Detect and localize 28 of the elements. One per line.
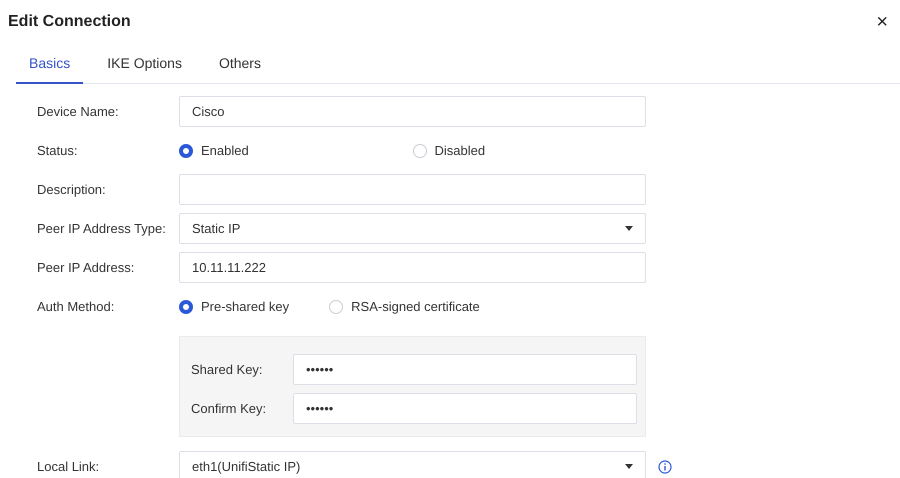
select-field[interactable]: eth1(UnifiStatic IP): [179, 451, 646, 478]
radio-option[interactable]: Disabled: [412, 140, 646, 160]
field-label: Description:: [37, 180, 107, 199]
tab[interactable]: Others: [206, 44, 274, 84]
caret-icon: [625, 464, 633, 469]
password-field[interactable]: ••••••: [293, 393, 637, 424]
tab[interactable]: IKE Options: [94, 44, 195, 84]
field-label: Peer IP Address Type:: [37, 220, 167, 238]
radio-option[interactable]: Pre-shared key: [179, 296, 290, 316]
select-field[interactable]: Static IP: [179, 213, 646, 244]
radio-option[interactable]: Enabled: [179, 140, 412, 160]
info-icon[interactable]: [658, 460, 672, 474]
field-label: Local Link:: [37, 458, 100, 476]
field-label: Status:: [37, 142, 78, 160]
caret-icon: [625, 226, 633, 231]
field-label: Auth Method:: [37, 298, 116, 316]
field-label: Peer IP Address:: [37, 258, 136, 277]
field-label: Confirm Key:: [191, 400, 268, 418]
input-field[interactable]: 10.11.11.222: [179, 252, 646, 283]
tab[interactable]: Basics: [16, 44, 84, 84]
field-label: Shared Key:: [191, 360, 264, 379]
close-button[interactable]: ×: [872, 12, 892, 32]
password-field[interactable]: ••••••: [293, 354, 637, 385]
radio-option[interactable]: RSA-signed certificate: [329, 296, 480, 316]
input-field[interactable]: [179, 174, 646, 205]
field-label: Device Name:: [37, 102, 120, 121]
input-field[interactable]: Cisco: [179, 96, 646, 127]
dialog-title: Edit Connection: [8, 12, 131, 32]
